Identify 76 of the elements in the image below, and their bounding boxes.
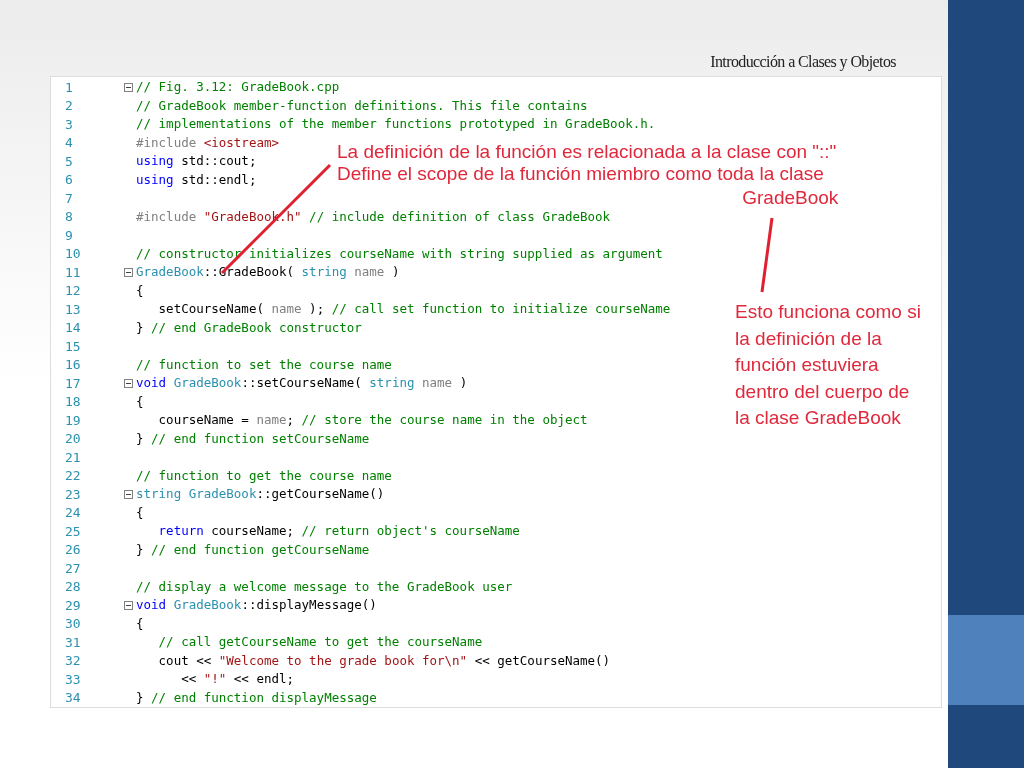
- code-line: void GradeBook::displayMessage(): [136, 599, 377, 612]
- line-number: 19: [65, 413, 82, 427]
- code-line: // display a welcome message to the GradeBook user: [136, 580, 513, 593]
- code-line: using std::endl;: [136, 173, 257, 186]
- line-number: 5: [65, 154, 74, 168]
- code-line: // implementations of the member functions prototyped in GradeBook.h.: [136, 118, 656, 131]
- code-line: // call getCourseName to get the courseName: [157, 636, 483, 649]
- line-number: 33: [65, 672, 82, 686]
- line-number: 7: [65, 191, 74, 205]
- line-number: 20: [65, 432, 82, 446]
- code-line: } // end function getCourseName: [136, 543, 370, 556]
- line-number: 8: [65, 210, 74, 224]
- line-number: 2: [65, 99, 74, 113]
- line-number: 16: [65, 358, 82, 372]
- line-number: 9: [65, 228, 74, 242]
- annotation-text: GradeBook: [742, 187, 839, 209]
- code-line: } // end function setCourseName: [136, 432, 370, 445]
- line-number: 6: [65, 173, 74, 187]
- collapse-icon[interactable]: [123, 82, 133, 92]
- code-line: // constructor initializes courseName with string supplied as argument: [136, 247, 663, 260]
- line-number: 4: [65, 136, 74, 150]
- code-line: // function to get the course name: [136, 469, 392, 482]
- collapse-icon[interactable]: [123, 378, 133, 388]
- line-number: 3: [65, 117, 74, 131]
- code-line: using std::cout;: [136, 155, 257, 168]
- annotation-text: función estuviera: [735, 353, 880, 377]
- line-number: 17: [65, 376, 82, 390]
- code-line: // function to set the course name: [136, 358, 392, 371]
- code-line: #include <iostream>: [136, 136, 279, 149]
- annotation-text: Esto funciona como si: [735, 300, 921, 324]
- annotation-text: Define el scope de la función miembro como toda la clase: [337, 163, 824, 185]
- code-line: GradeBook::GradeBook( string name ): [136, 266, 400, 279]
- code-line: // GradeBook member-function definitions. This file contains: [136, 99, 588, 112]
- collapse-icon[interactable]: [123, 489, 133, 499]
- code-line: << "!" << endl;: [180, 673, 295, 686]
- line-number: 34: [65, 691, 82, 705]
- line-number: 24: [65, 506, 82, 520]
- line-number: 21: [65, 450, 82, 464]
- slide-title: Introducción a Clases y Objetos: [710, 52, 896, 73]
- line-number: 29: [65, 598, 82, 612]
- line-number: 13: [65, 302, 82, 316]
- code-line: return courseName; // return object's courseName: [157, 525, 520, 538]
- code-line: {: [136, 617, 144, 630]
- line-number: 12: [65, 284, 82, 298]
- code-line: {: [136, 284, 144, 297]
- line-number: 32: [65, 654, 82, 668]
- line-number: 22: [65, 469, 82, 483]
- line-number: 1: [65, 80, 74, 94]
- code-line: } // end GradeBook constructor: [136, 321, 362, 334]
- line-number: 10: [65, 247, 82, 261]
- annotation-text: La definición de la función es relacionada a la clase con "::": [337, 141, 837, 163]
- code-line: {: [136, 506, 144, 519]
- line-number: 11: [65, 265, 82, 279]
- code-line: } // end function displayMessage: [136, 691, 377, 704]
- line-number: 15: [65, 339, 82, 353]
- annotation-text: la definición de la: [735, 326, 883, 351]
- collapse-icon[interactable]: [123, 267, 133, 277]
- line-number: 30: [65, 617, 82, 631]
- code-line: string GradeBook::getCourseName(): [136, 488, 385, 501]
- code-line: setCourseName( name ); // call set function to initialize courseName: [157, 303, 671, 316]
- code-line: courseName = name; // store the course name in the object: [157, 414, 588, 427]
- code-line: // Fig. 3.12: GradeBook.cpp: [136, 81, 340, 94]
- line-number: 18: [65, 395, 82, 409]
- code-line: cout << "Welcome to the grade book for\n" << getCourseName(): [157, 654, 611, 667]
- collapse-icon[interactable]: [123, 600, 133, 610]
- code-line: void GradeBook::setCourseName( string name ): [136, 377, 468, 390]
- line-number: 26: [65, 543, 82, 557]
- code-line: {: [136, 395, 144, 408]
- line-number: 28: [65, 580, 82, 594]
- line-number: 27: [65, 561, 82, 575]
- annotation-text: dentro del cuerpo de: [735, 379, 911, 404]
- annotation-text: la clase GradeBook: [735, 406, 902, 430]
- line-number: 31: [65, 635, 82, 649]
- line-number: 14: [65, 321, 82, 335]
- line-number: 25: [65, 524, 82, 538]
- line-number: 23: [65, 487, 82, 501]
